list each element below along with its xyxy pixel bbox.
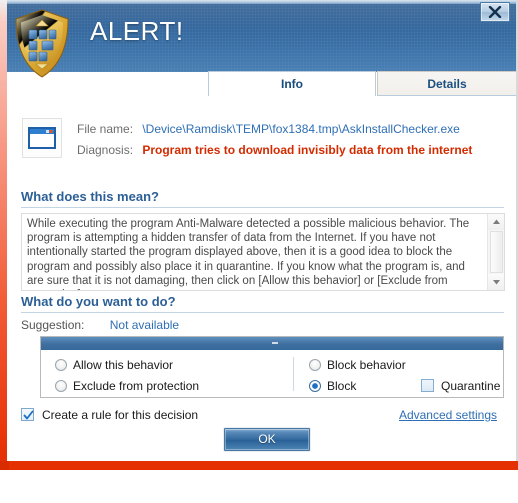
diagnosis-value: Program tries to download invisibly data… [142,143,473,157]
ok-button[interactable]: OK [224,428,310,451]
diagnosis-label: Diagnosis: [77,143,134,157]
option-allow-this-behavior[interactable]: Allow this behavior [55,358,173,372]
file-info-rows: File name: \Device\Ramdisk\TEMP\fox1384.… [77,122,502,164]
radio-block-behavior[interactable] [309,359,321,371]
tab-info[interactable]: Info [208,71,376,96]
file-name-row: File name: \Device\Ramdisk\TEMP\fox1384.… [77,122,502,136]
radio-block[interactable] [309,380,321,392]
option-label-exclude: Exclude from protection [73,379,200,393]
suggestion-label: Suggestion: [21,318,85,332]
advanced-settings-link[interactable]: Advanced settings [399,408,497,422]
create-rule-label: Create a rule for this decision [42,408,199,422]
alert-dialog-window: ALERT! Info Details File name: \Device\R… [0,0,518,470]
actions-heading: What do you want to do? [21,294,504,313]
tab-strip: Info Details [0,70,518,96]
explanation-textbox[interactable]: While executing the program Anti-Malware… [21,213,505,291]
tab-details[interactable]: Details [377,71,517,96]
radio-exclude-from-protection[interactable] [55,380,67,392]
title-bar-sheen [0,4,518,28]
option-exclude-from-protection[interactable]: Exclude from protection [55,379,199,393]
scroll-down-arrow-icon[interactable] [488,274,504,290]
suggestion-row: Suggestion: Not available [21,318,179,332]
option-quarantine[interactable]: Quarantine [421,379,500,393]
action-options-panel: Allow this behavior Exclude from protect… [40,336,504,398]
radio-allow-this-behavior[interactable] [55,359,67,371]
explanation-text: While executing the program Anti-Malware… [27,218,470,290]
option-label-quarantine: Quarantine [441,379,501,393]
checkbox-create-rule[interactable] [21,408,34,421]
option-block-behavior[interactable]: Block behavior [309,358,406,372]
alert-bottom-border [0,461,518,470]
scrollbar-thumb[interactable] [490,231,503,273]
suggestion-value: Not available [109,318,180,332]
options-header-dash-icon [272,342,278,344]
application-window-icon [22,118,62,158]
info-tab-panel: File name: \Device\Ramdisk\TEMP\fox1384.… [7,96,511,461]
option-label-block: Block [327,379,357,393]
close-icon [488,6,502,18]
create-rule-row[interactable]: Create a rule for this decision [21,408,198,422]
close-button[interactable] [480,2,510,22]
scroll-up-arrow-icon[interactable] [488,214,504,230]
checkmark-icon [23,410,34,420]
page-title: ALERT! [90,16,184,46]
alert-bottom-left-corner [0,461,9,470]
option-label-block-behavior: Block behavior [327,358,406,372]
diagnosis-row: Diagnosis: Program tries to download inv… [77,143,502,157]
tab-strip-grip [198,75,204,93]
checkbox-quarantine[interactable] [421,379,434,392]
explanation-scrollbar[interactable] [487,214,504,290]
options-column-divider [293,357,294,391]
title-bar [0,4,518,72]
option-block[interactable]: Block [309,379,356,393]
options-panel-header [41,337,503,350]
option-label-allow: Allow this behavior [73,358,174,372]
file-name-value: \Device\Ramdisk\TEMP\fox1384.tmp\AskInst… [142,122,460,136]
explanation-heading: What does this mean? [21,189,504,208]
file-name-label: File name: [77,122,134,136]
alert-left-border [0,0,7,470]
